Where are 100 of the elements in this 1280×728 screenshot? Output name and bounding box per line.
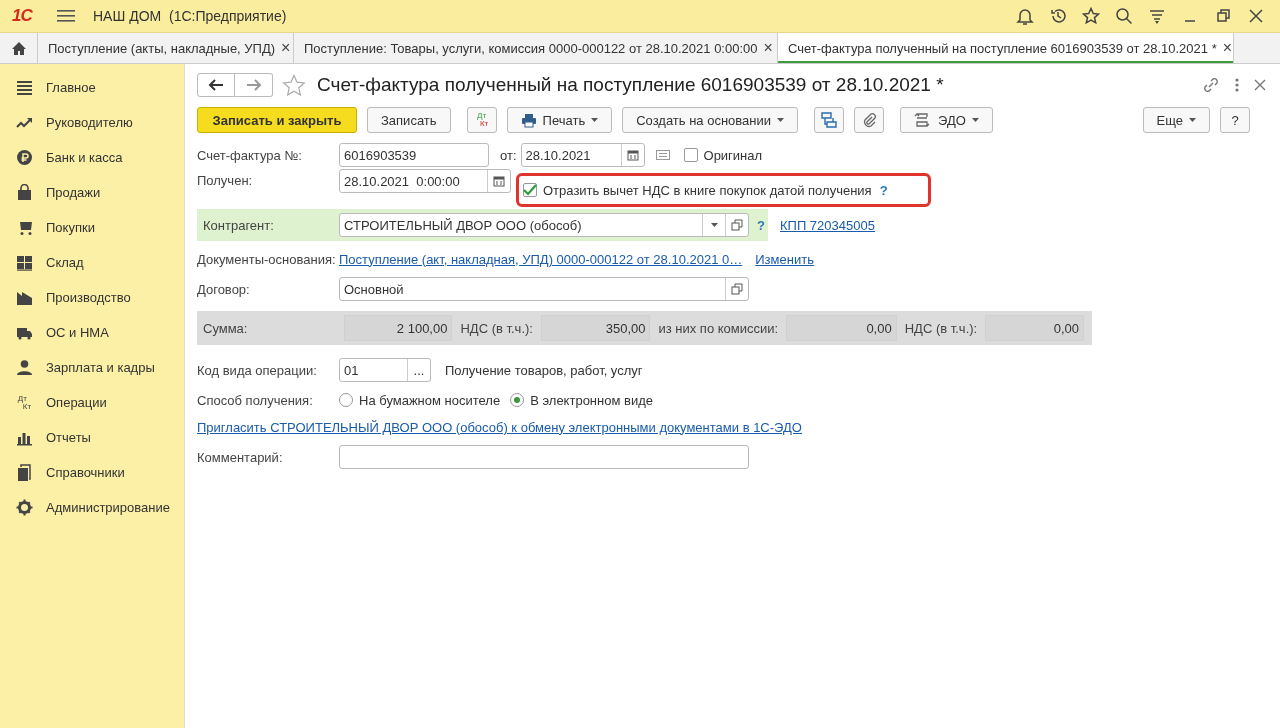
field-label: Комментарий: xyxy=(197,449,284,465)
list-icon xyxy=(16,79,33,96)
open-icon[interactable] xyxy=(731,283,743,295)
calendar-icon[interactable] xyxy=(493,175,505,187)
checkmark-icon xyxy=(523,184,537,196)
invite-link[interactable]: Пригласить СТРОИТЕЛЬНЫЙ ДВОР ООО (обособ) к обмену электронными документами в 1С-ЭДО xyxy=(197,419,802,435)
sidebar-item[interactable]: Покупки xyxy=(0,210,184,245)
bell-icon[interactable] xyxy=(1016,7,1034,25)
checkbox[interactable] xyxy=(523,183,537,197)
total-label: НДС (в т.ч.): xyxy=(460,320,533,336)
help-link[interactable]: ? xyxy=(757,217,765,233)
sidebar-item[interactable]: Главное xyxy=(0,70,184,105)
caret-icon xyxy=(591,118,599,122)
radio-button[interactable] xyxy=(510,393,525,407)
calendar-icon[interactable] xyxy=(626,149,639,161)
bag-icon xyxy=(16,184,33,201)
kpp-link[interactable]: КПП 720345005 xyxy=(780,217,875,233)
total-value: 0,00 xyxy=(786,315,897,341)
tab-close-button[interactable]: × xyxy=(1222,39,1233,57)
menu-icon[interactable] xyxy=(57,9,75,23)
restore-icon[interactable] xyxy=(1214,7,1232,25)
checkbox[interactable] xyxy=(683,148,698,162)
factory-icon xyxy=(16,289,33,306)
invoice-number-field[interactable]: 6016903539 xyxy=(339,143,489,167)
history-icon[interactable] xyxy=(1049,7,1067,25)
tab-close-button[interactable]: × xyxy=(763,39,773,57)
debit-credit-button[interactable]: Дт Кт xyxy=(466,107,497,133)
list-icon[interactable] xyxy=(655,150,670,160)
sidebar-item[interactable]: Зарплата и кадры xyxy=(0,350,184,385)
print-button[interactable]: Печать xyxy=(506,107,613,133)
link-icon[interactable] xyxy=(1202,76,1220,94)
close-icon[interactable] xyxy=(1254,79,1266,91)
logo: 1С xyxy=(12,6,34,26)
favorite-star-icon[interactable] xyxy=(282,73,306,97)
sidebar-item[interactable]: Производство xyxy=(0,280,184,315)
date-field[interactable]: 28.10.2021 xyxy=(520,143,645,167)
contract-field[interactable]: Основной xyxy=(339,277,749,301)
tab-close-button[interactable]: × xyxy=(281,39,291,57)
gear-icon xyxy=(16,499,33,516)
more-icon[interactable] xyxy=(1234,77,1240,93)
help-link[interactable]: ? xyxy=(879,182,888,198)
field-label: Документы-основания: xyxy=(197,251,337,267)
comment-field[interactable] xyxy=(339,445,749,469)
ruble-icon xyxy=(16,149,33,166)
radio-button[interactable] xyxy=(339,393,353,407)
close-icon[interactable] xyxy=(1247,7,1265,25)
counterparty-field[interactable]: СТРОИТЕЛЬНЫЙ ДВОР ООО (обособ) xyxy=(339,213,749,237)
attach-button[interactable] xyxy=(854,107,885,133)
field-label: Способ получения: xyxy=(197,392,314,408)
open-icon[interactable] xyxy=(731,219,743,231)
operation-code-field[interactable]: 01 ... xyxy=(339,358,431,382)
radio-label: На бумажном носителе xyxy=(359,392,501,408)
caret-icon xyxy=(777,118,785,122)
field-label: Договор: xyxy=(197,281,251,297)
app-title: НАШ ДОМ (1С:Предприятие) xyxy=(93,8,287,24)
sidebar-item[interactable]: Руководителю xyxy=(0,105,184,140)
menu-button[interactable]: Еще xyxy=(1142,107,1210,133)
sidebar-item[interactable]: ОС и НМА xyxy=(0,315,184,350)
caret-icon xyxy=(971,118,979,122)
dropdown-caret-icon[interactable] xyxy=(710,223,718,227)
star-icon[interactable] xyxy=(1082,7,1100,25)
received-date-field[interactable]: 28.10.2021 0:00:00 xyxy=(339,169,511,193)
sidebar-item[interactable]: Дт Кт Операции xyxy=(0,385,184,420)
operation-description: Получение товаров, работ, услуг xyxy=(445,362,643,378)
tab[interactable]: Счет-фактура полученный на поступление 6016903539 от 28.10.2021 * × xyxy=(778,33,1234,63)
document-link[interactable]: Поступление (акт, накладная, УПД) 0000-000122 от 28.10.2021 0… xyxy=(339,251,743,267)
checkbox-label: Отразить вычет НДС в книге покупок датой получения xyxy=(543,182,872,198)
form-title: Счет-фактура полученный на поступление 6016903539 от 28.10.2021 * xyxy=(317,74,944,96)
tab[interactable]: Поступление (акты, накладные, УПД) × xyxy=(38,33,294,63)
select-button[interactable]: ... xyxy=(413,362,425,378)
debit-credit-icon: Дт Кт xyxy=(17,394,32,411)
total-value: 0,00 xyxy=(985,315,1084,341)
change-link[interactable]: Изменить xyxy=(755,251,814,267)
sidebar-item[interactable]: Отчеты xyxy=(0,420,184,455)
back-arrow-icon xyxy=(208,79,224,91)
total-value: 350,00 xyxy=(540,315,651,341)
books-icon xyxy=(16,464,33,481)
sidebar-item[interactable]: Банк и касса xyxy=(0,140,184,175)
structure-icon xyxy=(821,112,838,128)
save-and-close-button[interactable]: Записать и закрыть xyxy=(197,107,357,133)
paperclip-icon xyxy=(862,112,877,128)
field-label: Контрагент: xyxy=(203,217,275,233)
total-label: Сумма: xyxy=(203,320,249,336)
radio-label: В электронном виде xyxy=(530,392,653,408)
forward-arrow-icon xyxy=(245,79,262,91)
button[interactable]: Записать xyxy=(367,107,451,133)
button[interactable]: ? xyxy=(1220,107,1250,133)
search-icon[interactable] xyxy=(1115,7,1133,25)
more-menu-icon[interactable] xyxy=(1148,7,1166,25)
sidebar-item[interactable]: Продажи xyxy=(0,175,184,210)
checkbox-label: Оригинал xyxy=(703,147,763,163)
menu-button[interactable]: Создать на основании xyxy=(622,107,799,133)
sidebar-item[interactable]: Склад xyxy=(0,245,184,280)
edo-button[interactable]: ЭДО xyxy=(900,107,993,133)
structure-button[interactable] xyxy=(814,107,845,133)
back-button[interactable] xyxy=(197,73,235,97)
sidebar-item[interactable]: Администрирование xyxy=(0,490,184,525)
sidebar-item[interactable]: Справочники xyxy=(0,455,184,490)
person-icon xyxy=(16,359,33,376)
total-value: 2 100,00 xyxy=(343,315,453,341)
